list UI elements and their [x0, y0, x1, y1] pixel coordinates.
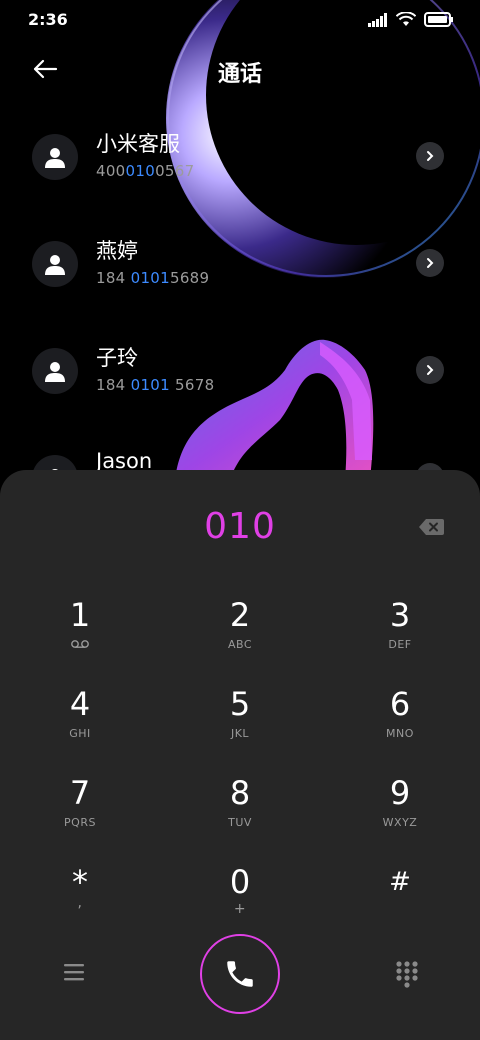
person-icon [45, 255, 65, 275]
contact-number: 4000100567 [96, 162, 195, 180]
key-digit: 6 [389, 685, 411, 723]
backspace-icon[interactable] [418, 518, 444, 536]
key-7[interactable]: 7 PQRS [20, 774, 140, 854]
chevron-right-icon [427, 258, 434, 268]
key-letters: TUV [228, 816, 252, 829]
key-digit: 2 [229, 596, 251, 634]
phone-icon [227, 961, 253, 987]
key-6[interactable]: 6 MNO [340, 685, 460, 765]
call-button[interactable] [200, 934, 280, 1014]
chevron-right-icon [427, 151, 434, 161]
person-icon [45, 362, 65, 382]
key-letters: MNO [386, 727, 414, 740]
key-hash[interactable]: # [340, 863, 460, 943]
contact-item[interactable]: Jason [0, 433, 480, 470]
contact-number: 184 01015689 [96, 269, 210, 287]
contact-detail-button[interactable] [416, 249, 444, 277]
key-letters: PQRS [64, 816, 96, 829]
avatar [32, 348, 78, 394]
signal-icon [368, 12, 387, 27]
key-digit: 0 [229, 863, 251, 901]
dialpad-icon[interactable] [395, 960, 419, 988]
contact-name: 子玲 [96, 346, 138, 370]
key-2[interactable]: 2 ABC [180, 596, 300, 676]
voicemail-icon [71, 640, 89, 648]
person-icon [45, 148, 65, 168]
key-9[interactable]: 9 WXYZ [340, 774, 460, 854]
key-8[interactable]: 8 TUV [180, 774, 300, 854]
key-letters: WXYZ [382, 816, 418, 829]
menu-icon[interactable] [62, 962, 86, 982]
dial-panel: 010 1 2 ABC 3 DEF 4 GHI 5 JKL 6 MNO 7 PQ… [0, 470, 480, 1040]
dial-input[interactable]: 010 [0, 506, 480, 547]
key-digit: 8 [229, 774, 251, 812]
contact-detail-button[interactable] [416, 356, 444, 384]
avatar [32, 455, 78, 470]
contact-detail-button[interactable] [416, 463, 444, 470]
contact-name: 小米客服 [96, 132, 180, 156]
key-4[interactable]: 4 GHI [20, 685, 140, 765]
contact-item[interactable]: 燕婷 184 01015689 [0, 219, 480, 315]
key-digit: 7 [69, 774, 91, 812]
contact-item[interactable]: 子玲 184 0101 5678 [0, 326, 480, 422]
page-title: 通话 [217, 62, 262, 87]
wifi-icon [396, 12, 416, 26]
key-0[interactable]: 0 + [180, 863, 300, 943]
battery-icon [424, 12, 453, 27]
key-letters: , [77, 895, 83, 911]
status-time: 2:36 [28, 10, 68, 29]
status-icons [368, 12, 454, 27]
key-letters: JKL [230, 727, 250, 740]
key-1[interactable]: 1 [20, 596, 140, 676]
key-star[interactable]: * , [20, 863, 140, 943]
contact-number: 184 0101 5678 [96, 376, 215, 394]
key-letters: GHI [69, 727, 91, 740]
key-digit: 5 [229, 685, 251, 723]
key-letters: + [233, 901, 247, 917]
avatar [32, 134, 78, 180]
contact-detail-button[interactable] [416, 142, 444, 170]
contact-name: Jason [96, 449, 153, 470]
contact-name: 燕婷 [96, 239, 138, 263]
key-digit: 9 [389, 774, 411, 812]
key-digit: 3 [389, 596, 411, 634]
chevron-right-icon [427, 365, 434, 375]
key-letters: DEF [388, 638, 412, 651]
key-digit: # [389, 867, 411, 897]
key-3[interactable]: 3 DEF [340, 596, 460, 676]
key-digit: 1 [69, 596, 91, 634]
key-letters: ABC [227, 638, 253, 651]
avatar [32, 241, 78, 287]
key-5[interactable]: 5 JKL [180, 685, 300, 765]
key-digit: 4 [69, 685, 91, 723]
contact-item[interactable]: 小米客服 4000100567 [0, 112, 480, 208]
